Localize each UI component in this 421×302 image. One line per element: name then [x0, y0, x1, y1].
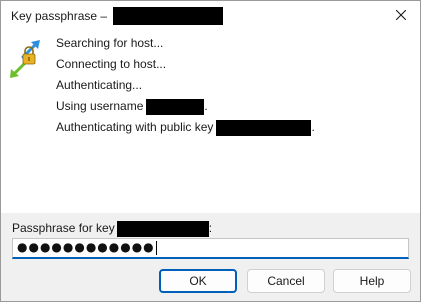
passphrase-prompt: Passphrase for key:: [12, 221, 213, 237]
prompt-panel: Passphrase for key: ●●●●●●●●●●●● OK Canc…: [1, 213, 420, 301]
text-caret: [155, 240, 157, 255]
redacted-key-name: [216, 119, 312, 136]
log-line-suffix: .: [204, 99, 208, 113]
redacted-username: [146, 98, 205, 115]
title-bar: Key passphrase –: [1, 1, 420, 31]
key-transfer-icon: [10, 40, 40, 78]
cancel-button[interactable]: Cancel: [247, 269, 325, 293]
ok-button[interactable]: OK: [159, 269, 237, 293]
log-line-public-key: Authenticating with public key.: [56, 119, 315, 140]
log-line-username: Using username.: [56, 98, 315, 119]
redacted-key-path: [116, 221, 209, 237]
log-line-text: Searching for host...: [56, 36, 164, 50]
connection-log: Searching for host... Connecting to host…: [56, 35, 315, 140]
log-line-connecting: Connecting to host...: [56, 56, 315, 77]
log-area: Searching for host... Connecting to host…: [1, 31, 420, 213]
passphrase-label: Passphrase for key: [12, 221, 115, 236]
redacted-host-title: [113, 7, 223, 25]
help-button[interactable]: Help: [333, 269, 411, 293]
log-line-text: Authenticating...: [56, 78, 143, 92]
close-icon: [396, 10, 406, 20]
log-line-text: Authenticating with public key: [56, 120, 214, 134]
passphrase-input[interactable]: ●●●●●●●●●●●●: [12, 238, 409, 259]
key-passphrase-dialog: Key passphrase – Searching for host... C…: [0, 0, 421, 302]
close-button[interactable]: [388, 3, 414, 27]
log-line-searching: Searching for host...: [56, 35, 315, 56]
log-line-authenticating: Authenticating...: [56, 77, 315, 98]
log-line-text: Connecting to host...: [56, 57, 167, 71]
passphrase-masked-value: ●●●●●●●●●●●●: [17, 240, 155, 254]
log-line-text: Using username: [56, 99, 144, 113]
window-title: Key passphrase –: [11, 9, 108, 23]
log-line-suffix: .: [311, 120, 315, 134]
